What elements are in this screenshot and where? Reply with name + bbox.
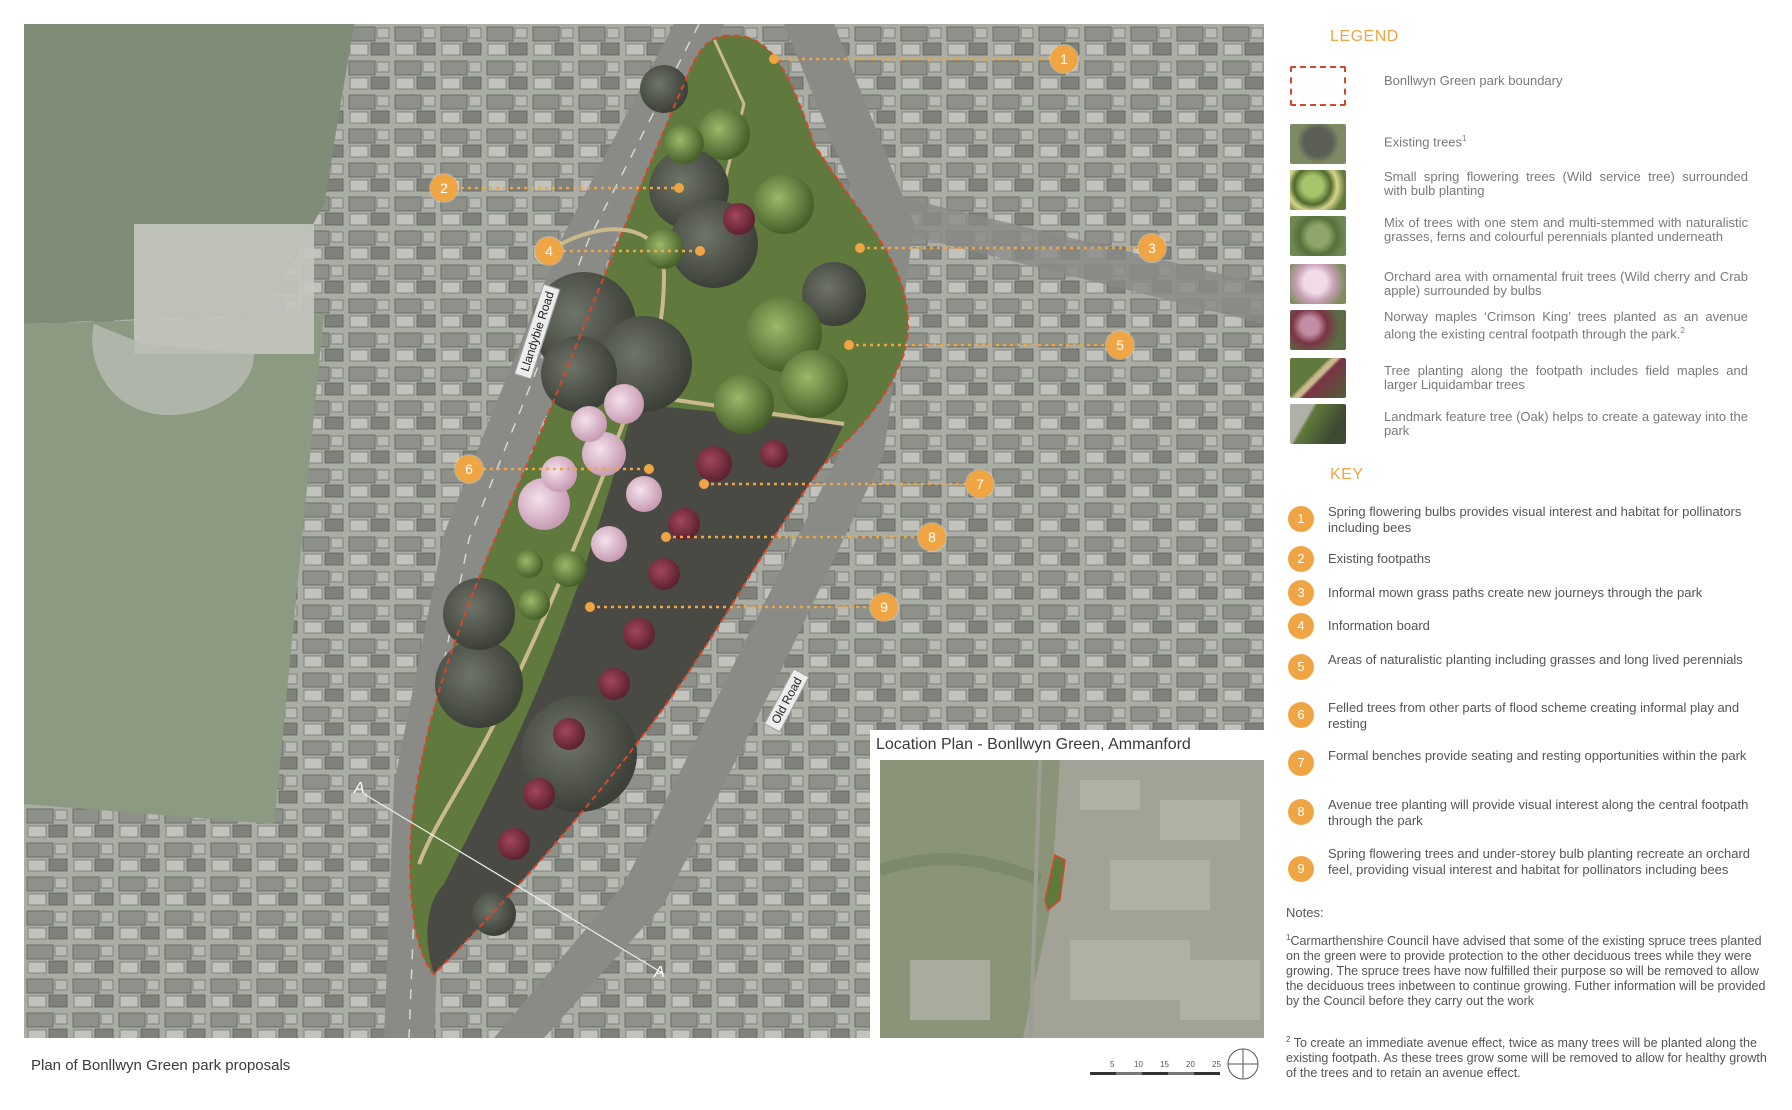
site-plan-map: 1 2 3 4 5 6 7 8 9 Llandybie Road Old Roa…: [24, 24, 1264, 1038]
key-text: Formal benches provide seating and resti…: [1328, 748, 1747, 763]
callout-6: 6: [455, 455, 483, 483]
existing-trees-swatch: [1290, 124, 1346, 164]
map-caption: Plan of Bonllwyn Green park proposals: [31, 1057, 291, 1074]
legend-label: Bonllwyn Green park boundary: [1384, 73, 1563, 88]
legend-label: Norway maples ‘Crimson King’ trees plant…: [1384, 309, 1748, 342]
callout-5: 5: [1106, 331, 1134, 359]
key-text: Felled trees from other parts of flood s…: [1328, 700, 1740, 731]
legend-title: LEGEND: [1330, 28, 1399, 45]
callout-4: 4: [535, 237, 563, 265]
boundary-swatch: [1290, 66, 1346, 106]
key-text: Existing footpaths: [1328, 551, 1431, 566]
key-number: 7: [1288, 750, 1314, 776]
landmark-oak-swatch: [1290, 404, 1346, 444]
key-text: Avenue tree planting will provide visual…: [1328, 797, 1749, 828]
legend-label: Small spring flowering trees (Wild servi…: [1384, 169, 1748, 198]
notes-title: Notes:: [1286, 905, 1324, 920]
legend-label: Tree planting along the footpath include…: [1384, 363, 1748, 392]
footpath-trees-swatch: [1290, 358, 1346, 398]
location-plan-title: Location Plan - Bonllwyn Green, Ammanfor…: [876, 736, 1191, 753]
north-arrow-icon: [1226, 1047, 1260, 1081]
scale-label-25: 25: [1212, 1060, 1221, 1069]
location-plan: Location Plan - Bonllwyn Green, Ammanfor…: [870, 730, 1264, 1038]
key-number: 2: [1288, 546, 1314, 572]
note-1: 1Carmarthenshire Council have advised th…: [1286, 933, 1766, 1009]
key-text: Informal mown grass paths create new jou…: [1328, 585, 1703, 600]
callout-8: 8: [918, 523, 946, 551]
key-number: 8: [1288, 799, 1314, 825]
key-text: Areas of naturalistic planting including…: [1328, 652, 1743, 667]
callout-1: 1: [1050, 45, 1078, 73]
callout-7: 7: [966, 470, 994, 498]
key-number: 1: [1288, 506, 1314, 532]
scale-label-15: 15: [1160, 1060, 1169, 1069]
scale-label-10: 10: [1134, 1060, 1143, 1069]
legend-label: Existing trees1: [1384, 134, 1467, 150]
key-number: 5: [1288, 654, 1314, 680]
flowering-trees-swatch: [1290, 170, 1346, 210]
key-number: 4: [1288, 613, 1314, 639]
orchard-swatch: [1290, 264, 1346, 304]
key-text: Spring flowering bulbs provides visual i…: [1328, 504, 1742, 535]
legend-label: Landmark feature tree (Oak) helps to cre…: [1384, 409, 1748, 438]
key-number: 6: [1288, 702, 1314, 728]
key-text: Information board: [1328, 618, 1430, 633]
key-title: KEY: [1330, 466, 1364, 483]
key-number: 9: [1288, 856, 1314, 882]
key-number: 3: [1288, 580, 1314, 606]
norway-maples-swatch: [1290, 310, 1346, 350]
key-text: Spring flowering trees and under-storey …: [1328, 846, 1751, 877]
mixed-trees-swatch: [1290, 216, 1346, 256]
scale-bar: 5 10 15 20 25: [1090, 1060, 1221, 1082]
note-2: 2 To create an immediate avenue effect, …: [1286, 1035, 1767, 1081]
callout-9: 9: [870, 593, 898, 621]
location-plan-aerial: [880, 760, 1264, 1038]
scale-label-20: 20: [1186, 1060, 1195, 1069]
legend-label: Mix of trees with one stem and multi-ste…: [1384, 215, 1748, 244]
section-marker-bottom: A: [654, 964, 665, 981]
callout-2: 2: [430, 174, 458, 202]
callout-3: 3: [1138, 234, 1166, 262]
scale-label-5: 5: [1110, 1060, 1115, 1069]
section-marker-top: A: [354, 780, 365, 797]
legend-label: Orchard area with ornamental fruit trees…: [1384, 269, 1748, 298]
